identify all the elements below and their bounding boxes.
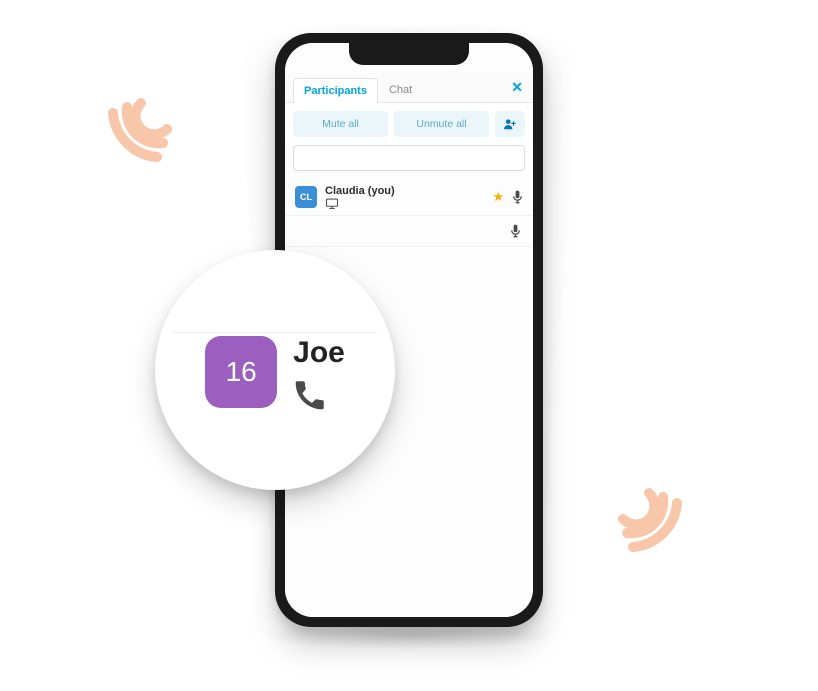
desktop-icon: [325, 198, 484, 209]
tab-chat[interactable]: Chat: [378, 77, 423, 102]
actions-bar: Mute all Unmute all: [285, 103, 533, 145]
participant-list: CL Claudia (you) ★: [285, 179, 533, 247]
divider: [173, 332, 377, 333]
participant-zoom-callout: 16 Joe: [155, 250, 395, 490]
mute-all-button[interactable]: Mute all: [293, 111, 388, 137]
search-input[interactable]: [293, 145, 525, 171]
tabs-bar: Participants Chat ✕: [285, 73, 533, 103]
avatar: 16: [205, 336, 277, 408]
add-participant-button[interactable]: [495, 111, 525, 137]
host-star-icon: ★: [492, 189, 504, 205]
close-icon[interactable]: ✕: [511, 79, 523, 96]
microphone-icon[interactable]: [512, 190, 523, 204]
search-wrap: [285, 145, 533, 179]
microphone-icon[interactable]: [510, 224, 521, 238]
participant-name: Joe: [293, 336, 345, 370]
tab-participants[interactable]: Participants: [293, 78, 378, 103]
participant-row[interactable]: CL Claudia (you) ★: [285, 179, 533, 216]
phone-icon: [293, 378, 345, 412]
participant-name: Claudia (you): [325, 185, 484, 197]
vibration-waves-icon: [95, 85, 185, 175]
add-user-icon: [503, 117, 517, 131]
vibration-waves-icon: [605, 475, 695, 565]
avatar: CL: [295, 186, 317, 208]
unmute-all-button[interactable]: Unmute all: [394, 111, 489, 137]
participant-row[interactable]: [285, 216, 533, 247]
phone-notch: [349, 43, 469, 65]
